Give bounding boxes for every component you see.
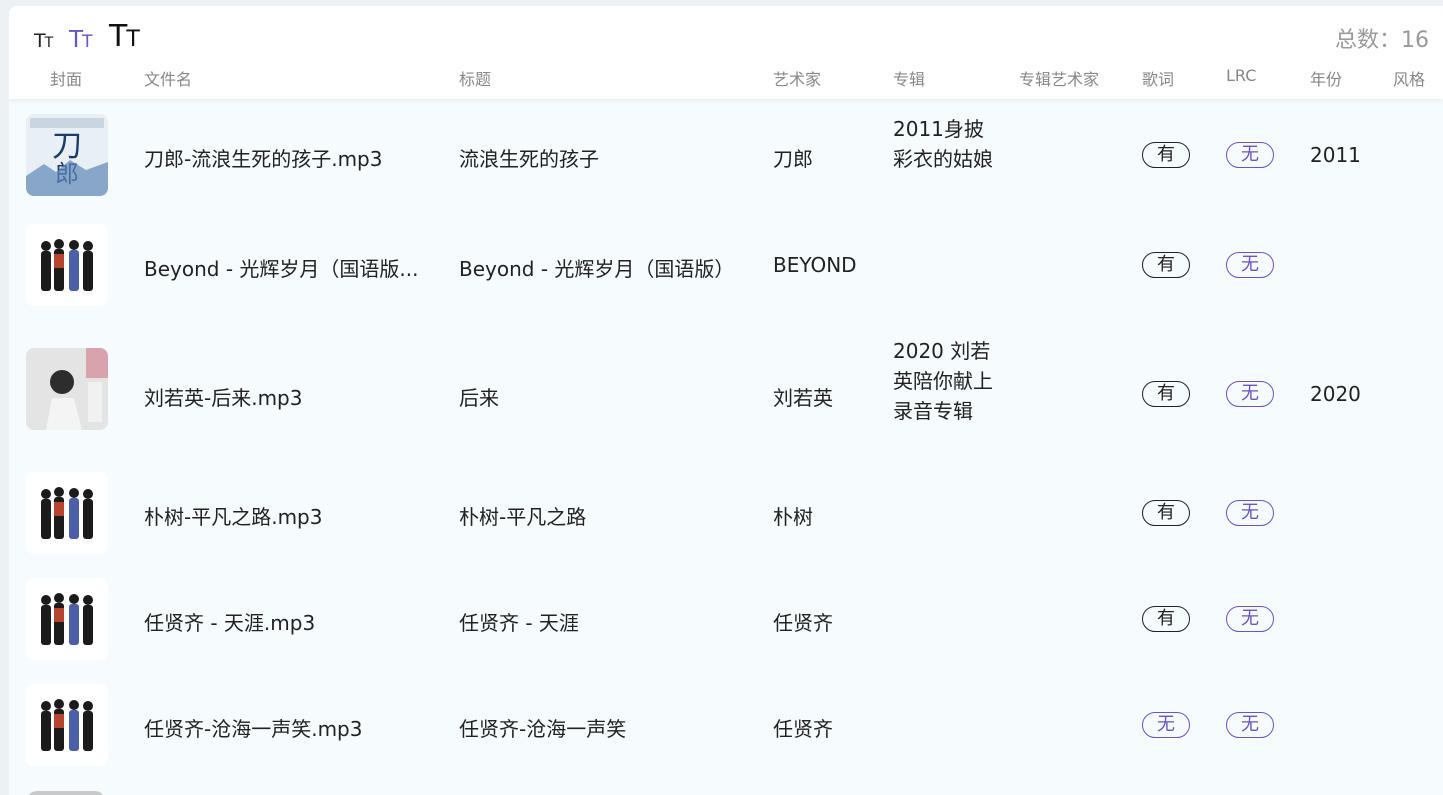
album-cell: 2020 刘若英陪你献上录音专辑 (893, 339, 993, 423)
column-header-artist[interactable]: 艺术家 (773, 66, 821, 90)
table-row[interactable]: 刀 郎 刀郎-流浪生死的孩子.mp3 流浪生死的孩子 刀郎 2011身披彩衣的姑… (9, 114, 1443, 232)
artist-cell: 任贤齐 (773, 611, 833, 635)
lyrics-badge[interactable]: 有 (1142, 252, 1190, 278)
font-glyph: T (69, 27, 83, 53)
album-cover-image[interactable] (26, 578, 108, 660)
lrc-badge[interactable]: 无 (1226, 381, 1274, 407)
title-cell: 任贤齐 - 天涯 (459, 611, 579, 635)
album-cover-image[interactable] (26, 348, 108, 430)
lyrics-badge[interactable]: 有 (1142, 500, 1190, 526)
title-cell: 流浪生死的孩子 (459, 147, 599, 171)
font-size-small-icon[interactable]: TT (34, 32, 53, 51)
font-size-medium-icon[interactable]: TT (69, 29, 92, 52)
title-cell: 朴树-平凡之路 (459, 505, 587, 529)
lrc-badge[interactable]: 无 (1226, 712, 1274, 738)
column-header-year[interactable]: 年份 (1310, 66, 1342, 90)
filename-cell: 朴树-平凡之路.mp3 (144, 505, 323, 529)
column-header-title[interactable]: 标题 (459, 66, 491, 90)
svg-text:刀: 刀 (52, 129, 82, 164)
album-cover-image[interactable] (26, 224, 108, 306)
album-cover-image[interactable]: 刀 郎 (26, 114, 108, 196)
filename-cell: 任贤齐 - 天涯.mp3 (144, 611, 316, 635)
artist-cell: 刀郎 (773, 147, 813, 171)
column-header-lrc[interactable]: LRC (1226, 66, 1256, 85)
font-glyph: T (109, 19, 127, 54)
table-row[interactable]: Beyond - 光辉岁月（国语版... Beyond - 光辉岁月（国语版） … (9, 224, 1443, 324)
total-count: 总数：16 (1335, 28, 1429, 53)
table-row[interactable]: 朴树-平凡之路.mp3 朴树-平凡之路 朴树 有 无 (9, 472, 1443, 572)
title-cell: Beyond - 光辉岁月（国语版） (459, 257, 735, 281)
filename-cell: 任贤齐-沧海一声笑.mp3 (144, 717, 363, 741)
font-glyph: T (82, 32, 93, 52)
album-cover-image[interactable] (26, 472, 108, 554)
year-cell: 2011 (1310, 143, 1361, 167)
table-row[interactable]: 刘若英-后来.mp3 后来 刘若英 2020 刘若英陪你献上录音专辑 有 无 2… (9, 328, 1443, 463)
title-cell: 任贤齐-沧海一声笑 (459, 717, 627, 741)
album-cell: 2011身披彩衣的姑娘 (893, 117, 993, 171)
title-cell: 后来 (459, 386, 499, 410)
column-header-cover[interactable]: 封面 (50, 66, 82, 90)
table-header: TT TT TT 总数：16 封面 文件名 标题 艺术家 专辑 专辑艺术家 歌词… (9, 6, 1443, 99)
filename-cell: 刘若英-后来.mp3 (144, 386, 303, 410)
song-table-panel: TT TT TT 总数：16 封面 文件名 标题 艺术家 专辑 专辑艺术家 歌词… (9, 6, 1443, 795)
column-header-filename[interactable]: 文件名 (144, 66, 192, 90)
lyrics-badge[interactable]: 无 (1142, 712, 1190, 738)
font-size-large-icon[interactable]: TT (109, 22, 140, 52)
album-cover-image[interactable] (26, 684, 108, 766)
table-row[interactable]: 任贤齐-沧海一声笑.mp3 任贤齐-沧海一声笑 任贤齐 无 无 (9, 684, 1443, 784)
font-glyph: T (126, 27, 140, 52)
lyrics-badge[interactable]: 有 (1142, 381, 1190, 407)
font-glyph: T (44, 35, 54, 51)
column-header-genre[interactable]: 风格 (1393, 66, 1425, 90)
artist-cell: 刘若英 (773, 386, 833, 410)
column-header-album-artist[interactable]: 专辑艺术家 (1019, 66, 1099, 90)
lyrics-badge[interactable]: 有 (1142, 142, 1190, 168)
artist-cell: BEYOND (773, 253, 857, 277)
lrc-badge[interactable]: 无 (1226, 500, 1274, 526)
next-row-cover-partial (27, 791, 105, 795)
lrc-badge[interactable]: 无 (1226, 142, 1274, 168)
artist-cell: 任贤齐 (773, 717, 833, 741)
filename-cell: Beyond - 光辉岁月（国语版... (144, 257, 419, 281)
year-cell: 2020 (1310, 382, 1361, 406)
artist-cell: 朴树 (773, 505, 813, 529)
column-header-album[interactable]: 专辑 (893, 66, 925, 90)
font-glyph: T (34, 30, 46, 52)
lrc-badge[interactable]: 无 (1226, 606, 1274, 632)
filename-cell: 刀郎-流浪生死的孩子.mp3 (144, 147, 383, 171)
table-row[interactable]: 任贤齐 - 天涯.mp3 任贤齐 - 天涯 任贤齐 有 无 (9, 578, 1443, 678)
lrc-badge[interactable]: 无 (1226, 252, 1274, 278)
lyrics-badge[interactable]: 有 (1142, 606, 1190, 632)
column-header-lyrics[interactable]: 歌词 (1142, 66, 1174, 90)
